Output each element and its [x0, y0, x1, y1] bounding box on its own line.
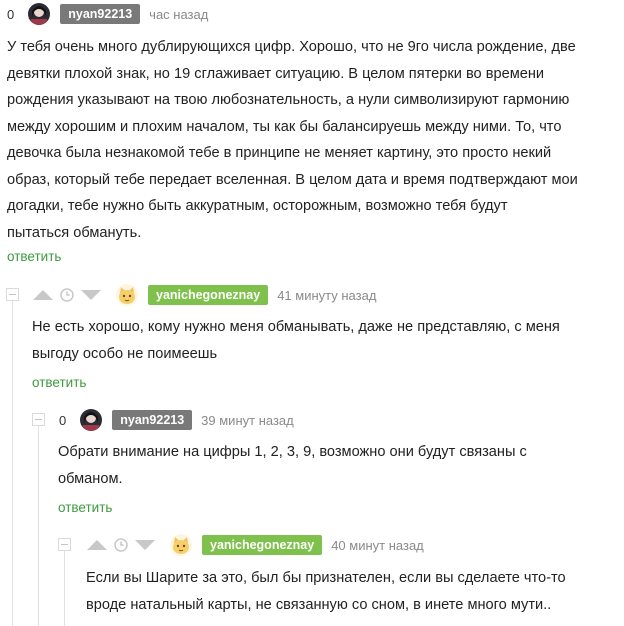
- comment-time[interactable]: 40 минут назад: [331, 538, 424, 553]
- comment-time[interactable]: 39 минут назад: [201, 413, 294, 428]
- comment-text-line: девочка была незнакомой тебе в принципе …: [7, 145, 552, 161]
- comment-rating: 0: [7, 6, 15, 22]
- user-avatar[interactable]: [116, 284, 138, 306]
- dark-avatar-icon: [28, 3, 51, 25]
- reply-link[interactable]: ответить: [58, 500, 112, 515]
- comment-text-line: девятки плохой знак, но 19 сглаживает си…: [7, 65, 545, 82]
- comment-body: Не есть хорошо, кому нужно меня обманыва…: [32, 314, 560, 367]
- comment-header: yanichegoneznay 40 минут назад: [86, 533, 424, 557]
- downvote-icon[interactable]: [134, 538, 156, 552]
- comment-text-line: Если вы Шарите за это, был бы признателе…: [86, 570, 566, 586]
- clock-icon: [60, 288, 74, 302]
- comment-text-line: У тебя очень много дублирующихся цифр. Х…: [7, 39, 576, 55]
- dark-avatar-icon: [80, 409, 103, 431]
- cat-avatar-icon: [170, 534, 192, 556]
- comment-header: 0 nyan92213 39 минут назад: [59, 408, 294, 432]
- comment-text-line: пытаться обмануть.: [7, 224, 142, 241]
- thread-line[interactable]: [12, 301, 13, 626]
- comment-text-line: Не есть хорошо, кому нужно меня обманыва…: [32, 319, 560, 335]
- comment-header: 0 nyan92213 час назад: [7, 2, 208, 26]
- author-nickname[interactable]: nyan92213: [112, 410, 193, 430]
- comment-body: У тебя очень много дублирующихся цифр. Х…: [7, 34, 578, 246]
- comment-text-line: между хорошим и плохим началом, ты как б…: [7, 118, 562, 135]
- vote-controls: [86, 538, 156, 552]
- upvote-icon[interactable]: [32, 288, 54, 302]
- comment-text-line: выгоду особо не поимеешь: [32, 345, 218, 362]
- comment-header: yanichegoneznay 41 минуту назад: [32, 283, 376, 307]
- reply-link[interactable]: ответить: [32, 375, 86, 390]
- user-avatar[interactable]: [80, 409, 103, 431]
- cat-avatar-icon: [116, 284, 138, 306]
- collapse-button[interactable]: [6, 288, 19, 301]
- comment-time[interactable]: час назад: [149, 7, 208, 22]
- thread-line[interactable]: [64, 551, 65, 626]
- comment-rating: 0: [59, 412, 67, 428]
- comment-text-line: рождения указывают на твою любознательно…: [7, 92, 570, 108]
- comment-body: Если вы Шарите за это, был бы признателе…: [86, 565, 566, 618]
- user-avatar[interactable]: [170, 534, 192, 556]
- comment-time[interactable]: 41 минуту назад: [277, 288, 376, 303]
- reply-link[interactable]: ответить: [7, 249, 61, 264]
- comment-text-line: догадки, тебе нужно быть аккуратным, ост…: [7, 198, 508, 214]
- thread-line[interactable]: [38, 426, 39, 626]
- user-avatar[interactable]: [28, 3, 51, 25]
- author-nickname[interactable]: nyan92213: [60, 4, 141, 24]
- comment-text-line: Обрати внимание на цифры 1, 2, 3, 9, воз…: [58, 444, 527, 460]
- upvote-icon[interactable]: [86, 538, 108, 552]
- collapse-button[interactable]: [32, 413, 45, 426]
- downvote-icon[interactable]: [80, 288, 102, 302]
- comment-text-line: образ, который тебе передает вселенная. …: [7, 171, 578, 188]
- collapse-button[interactable]: [58, 538, 71, 551]
- author-nickname[interactable]: yanichegoneznay: [148, 285, 269, 305]
- comment-text-line: обманом.: [58, 470, 123, 487]
- author-nickname[interactable]: yanichegoneznay: [202, 535, 323, 555]
- comment-text-line: вроде натальный карты, не связанную со с…: [86, 596, 552, 613]
- clock-icon: [114, 538, 128, 552]
- vote-controls: [32, 288, 102, 302]
- comment-body: Обрати внимание на цифры 1, 2, 3, 9, воз…: [58, 439, 527, 492]
